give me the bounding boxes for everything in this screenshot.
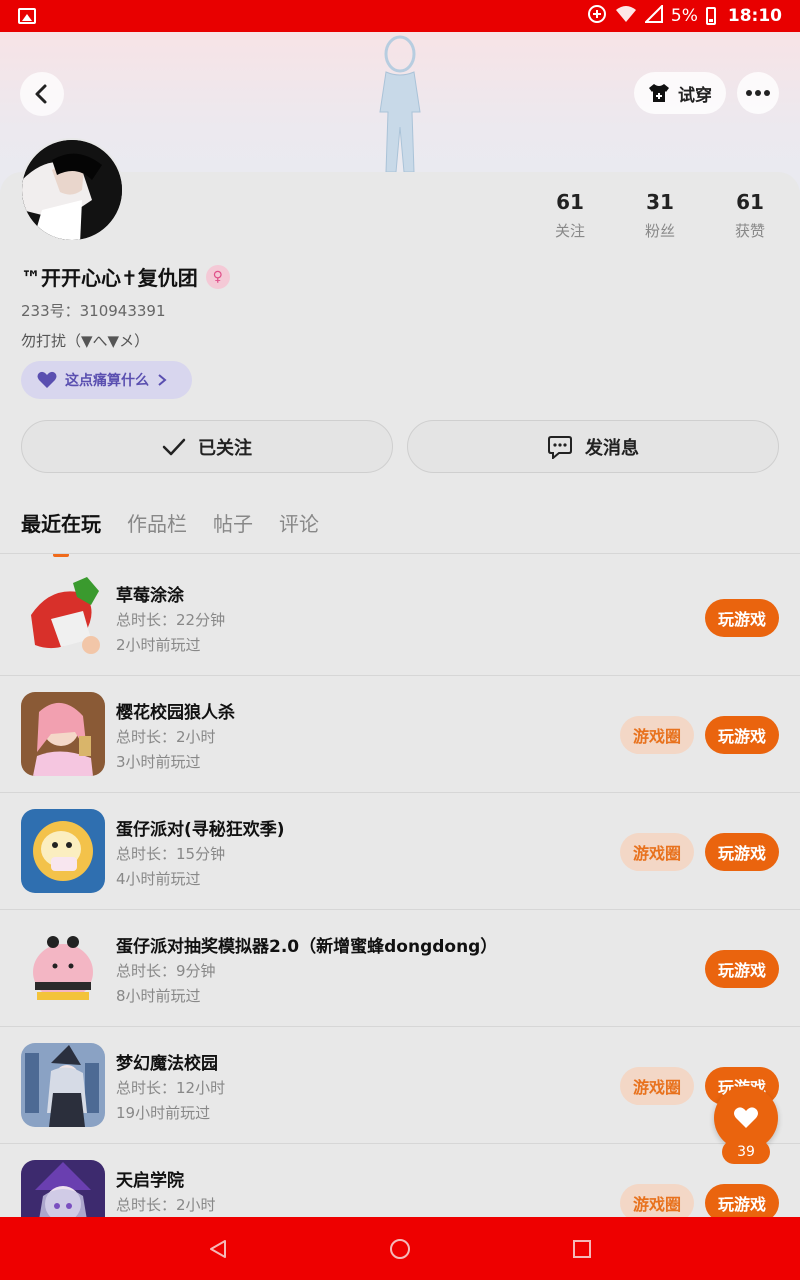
navigation-bar (0, 1217, 800, 1280)
play-game-button[interactable]: 玩游戏 (705, 833, 779, 871)
stat-followers[interactable]: 31 粉丝 (615, 190, 705, 241)
game-title: 樱花校园狼人杀 (116, 703, 235, 723)
bio: 勿打扰（▼へ▼メ） (21, 332, 150, 350)
followed-label: 已关注 (198, 437, 252, 459)
tab-comments[interactable]: 评论 (279, 508, 319, 537)
game-duration: 总时长：22分钟 (116, 611, 226, 629)
game-last-played: 8小时前玩过 (116, 987, 201, 1005)
game-circle-button[interactable]: 游戏圈 (620, 833, 694, 871)
game-title: 蛋仔派对抽奖模拟器2.0（新增蜜蜂dongdong） (116, 937, 498, 957)
tab-recently-played[interactable]: 最近在玩 (21, 508, 101, 557)
game-duration: 总时长：9分钟 (116, 962, 216, 980)
battery-percent: 5% (670, 6, 698, 26)
nav-recents-icon[interactable] (571, 1238, 593, 1260)
play-game-button[interactable]: 玩游戏 (705, 950, 779, 988)
data-saver-icon (587, 4, 607, 29)
heart-icon (734, 1107, 758, 1128)
clock: 18:10 (727, 6, 782, 26)
game-icon-strawberry (21, 575, 105, 659)
game-icon-eggy-party (21, 809, 105, 893)
game-last-played: 4小时前玩过 (116, 870, 201, 888)
nav-home-icon[interactable] (389, 1238, 411, 1260)
profile-stats: 61 关注 31 粉丝 61 获赞 (525, 190, 795, 241)
tag-pill[interactable]: 这点痛算什么 (21, 361, 192, 399)
game-title: 草莓涂涂 (116, 586, 184, 606)
more-button[interactable] (737, 72, 779, 114)
divider (0, 553, 800, 554)
nav-back-icon[interactable] (207, 1238, 229, 1260)
nickname: ™开开心心✝复仇团 (21, 266, 198, 290)
game-duration: 总时长：12小时 (116, 1079, 226, 1097)
female-gender-icon: ♀ (205, 264, 230, 289)
user-id: 233号：310943391 (21, 302, 166, 320)
status-bar: 5% 18:10 (0, 0, 800, 32)
shirt-icon (649, 84, 669, 102)
avatar-figure-icon (379, 35, 421, 172)
stat-label: 粉丝 (644, 222, 675, 240)
stat-likes[interactable]: 61 获赞 (705, 190, 795, 241)
more-dots-icon (746, 90, 770, 96)
try-on-button[interactable]: 试穿 (634, 72, 726, 114)
play-game-button[interactable]: 玩游戏 (705, 716, 779, 754)
game-last-played: 2小时前玩过 (116, 636, 201, 654)
message-button[interactable]: 发消息 (407, 420, 779, 473)
stat-number: 61 (736, 190, 764, 214)
back-button[interactable] (20, 72, 64, 116)
game-row[interactable]: 蛋仔派对抽奖模拟器2.0（新增蜜蜂dongdong） 总时长：9分钟 8小时前玩… (0, 910, 800, 1027)
game-icon-sakura-werewolf (21, 692, 105, 776)
game-row[interactable]: 草莓涂涂 总时长：22分钟 2小时前玩过 玩游戏 (0, 559, 800, 676)
battery-icon (705, 7, 716, 25)
profile-banner: 试穿 (0, 32, 800, 192)
chat-bubble-icon (548, 435, 572, 459)
tag-label: 这点痛算什么 (65, 373, 149, 389)
game-row[interactable]: 樱花校园狼人杀 总时长：2小时 3小时前玩过 游戏圈 玩游戏 (0, 676, 800, 793)
message-label: 发消息 (585, 437, 639, 459)
try-on-label: 试穿 (678, 85, 712, 106)
back-arrow-icon (35, 84, 47, 104)
followed-button[interactable]: 已关注 (21, 420, 393, 473)
chevron-right-icon (158, 374, 167, 386)
avatar[interactable] (20, 138, 124, 242)
tab-works[interactable]: 作品栏 (127, 508, 187, 537)
signal-icon (643, 3, 663, 28)
profile-tabs: 最近在玩 作品栏 帖子 评论 (21, 508, 319, 557)
stat-label: 获赞 (734, 222, 765, 240)
game-last-played: 3小时前玩过 (116, 753, 201, 771)
game-circle-button[interactable]: 游戏圈 (620, 716, 694, 754)
game-duration: 总时长：15分钟 (116, 845, 226, 863)
game-circle-button[interactable]: 游戏圈 (620, 1067, 694, 1105)
stat-number: 61 (556, 190, 584, 214)
game-duration: 总时长：2小时 (116, 1196, 216, 1214)
game-icon-bee-eggy (21, 926, 105, 1010)
game-icon-magic-campus (21, 1043, 105, 1127)
game-duration: 总时长：2小时 (116, 728, 216, 746)
play-game-button[interactable]: 玩游戏 (705, 599, 779, 637)
game-title: 蛋仔派对(寻秘狂欢季) (116, 820, 285, 840)
avatar-image (22, 140, 122, 240)
stat-following[interactable]: 61 关注 (525, 190, 615, 241)
game-row[interactable]: 梦幻魔法校园 总时长：12小时 19小时前玩过 游戏圈 玩游戏 (0, 1027, 800, 1144)
nickname-row: ™开开心心✝复仇团 ♀ (21, 262, 230, 291)
image-notification-icon (18, 8, 36, 24)
wifi-icon (615, 5, 637, 28)
game-row[interactable]: 蛋仔派对(寻秘狂欢季) 总时长：15分钟 4小时前玩过 游戏圈 玩游戏 (0, 793, 800, 910)
heart-icon (37, 371, 57, 388)
game-last-played: 19小时前玩过 (116, 1104, 211, 1122)
stat-number: 31 (646, 190, 674, 214)
game-list: 草莓涂涂 总时长：22分钟 2小时前玩过 玩游戏 樱花校园狼人杀 总时长：2小时… (0, 559, 800, 1261)
check-icon (162, 438, 186, 455)
stat-label: 关注 (554, 222, 585, 240)
tab-posts[interactable]: 帖子 (213, 508, 253, 537)
game-title: 天启学院 (116, 1171, 184, 1191)
like-count: 39 (722, 1140, 770, 1164)
game-title: 梦幻魔法校园 (116, 1054, 218, 1074)
